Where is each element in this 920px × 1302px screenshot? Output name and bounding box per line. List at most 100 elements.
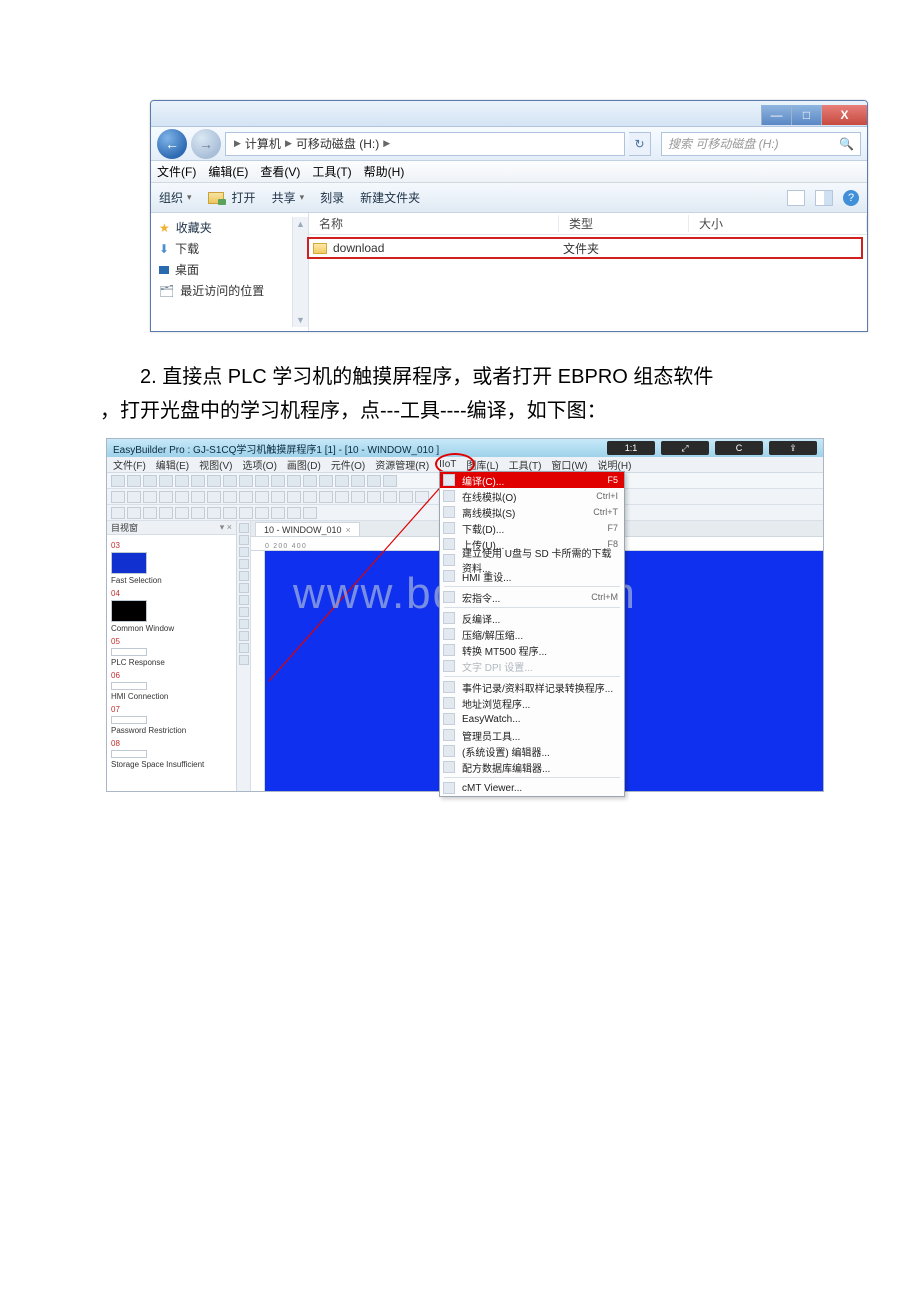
menu-edit[interactable]: 编辑(E) [208, 163, 248, 180]
eb-menu-draw[interactable]: 画图(D) [287, 457, 321, 472]
column-type[interactable]: 类型 [559, 215, 689, 232]
toolbar-icon[interactable] [239, 475, 253, 487]
toolbar-icon[interactable] [271, 507, 285, 519]
toolbar-icon[interactable] [111, 491, 125, 503]
search-input[interactable]: 搜索 可移动磁盘 (H:) 🔍 [661, 132, 861, 156]
close-button[interactable]: X [821, 105, 867, 125]
eb-share-button[interactable]: ⇪ [769, 441, 817, 455]
menu-item[interactable]: (系统设置) 编辑器... [440, 743, 624, 759]
eb-window-list[interactable]: 03Fast Selection04Common Window05PLC Res… [107, 535, 236, 791]
menu-item[interactable]: 在线模拟(O)Ctrl+I [440, 488, 624, 504]
eb-menu-iiot[interactable]: IIoT [439, 459, 456, 470]
tab-close-icon[interactable]: × [346, 525, 351, 535]
help-button[interactable]: ? [843, 190, 859, 206]
toolbar-icon[interactable] [143, 491, 157, 503]
menu-item[interactable]: cMT Viewer... [440, 780, 624, 796]
toolbar-icon[interactable] [383, 475, 397, 487]
toolbar-icon[interactable] [255, 507, 269, 519]
toolbar-icon[interactable] [303, 475, 317, 487]
eb-menu-edit[interactable]: 编辑(E) [156, 457, 189, 472]
sidebar-recent[interactable]: 🗂最近访问的位置 [151, 280, 292, 301]
window-thumbnail[interactable] [111, 648, 147, 656]
eb-zoom-1to1-button[interactable]: 1:1 [607, 441, 655, 455]
toolbar-icon[interactable] [207, 491, 221, 503]
breadcrumb-segment[interactable]: 可移动磁盘 (H:) [296, 135, 379, 152]
toolbar-icon[interactable] [351, 491, 365, 503]
toolbar-icon[interactable] [239, 655, 249, 665]
eb-tab-active[interactable]: 10 - WINDOW_010× [255, 522, 360, 536]
window-thumbnail[interactable] [111, 750, 147, 758]
menu-item[interactable]: 地址浏览程序... [440, 695, 624, 711]
toolbar-icon[interactable] [111, 507, 125, 519]
toolbar-icon[interactable] [127, 491, 141, 503]
toolbar-share[interactable]: 共享 [272, 189, 305, 206]
menu-item[interactable]: 事件记录/资料取样记录转换程序... [440, 679, 624, 695]
toolbar-icon[interactable] [239, 595, 249, 605]
eb-menu-object[interactable]: 元件(O) [331, 457, 365, 472]
breadcrumb-segment[interactable]: 计算机 [245, 135, 281, 152]
menu-item[interactable]: 建立使用 U盘与 SD 卡所需的下载资料... [440, 552, 624, 568]
column-name[interactable]: 名称 [309, 215, 559, 232]
toolbar-icon[interactable] [351, 475, 365, 487]
toolbar-icon[interactable] [239, 607, 249, 617]
eb-menu-help[interactable]: 说明(H) [598, 457, 632, 472]
toolbar-icon[interactable] [239, 619, 249, 629]
menu-item[interactable]: 管理员工具... [440, 727, 624, 743]
eb-fullscreen-button[interactable]: ⤢ [661, 441, 709, 455]
preview-pane-button[interactable] [815, 190, 833, 206]
column-size[interactable]: 大小 [689, 215, 867, 232]
eb-menu-file[interactable]: 文件(F) [113, 457, 146, 472]
minimize-button[interactable]: — [761, 105, 791, 125]
menu-item[interactable]: HMI 重设... [440, 568, 624, 584]
toolbar-icon[interactable] [143, 475, 157, 487]
toolbar-icon[interactable] [271, 475, 285, 487]
toolbar-icon[interactable] [239, 507, 253, 519]
file-row-download[interactable]: download 文件夹 [307, 237, 863, 259]
toolbar-icon[interactable] [271, 491, 285, 503]
toolbar-icon[interactable] [191, 507, 205, 519]
window-thumbnail[interactable] [111, 600, 147, 622]
sidebar-downloads[interactable]: ⬇下载 [151, 238, 292, 259]
toolbar-icon[interactable] [159, 491, 173, 503]
toolbar-icon[interactable] [367, 475, 381, 487]
panel-close-icon[interactable]: ▾ × [220, 522, 232, 533]
toolbar-burn[interactable]: 刻录 [320, 189, 344, 206]
toolbar-icon[interactable] [239, 547, 249, 557]
toolbar-icon[interactable] [367, 491, 381, 503]
sidebar-desktop[interactable]: 桌面 [151, 259, 292, 280]
eb-menu-library[interactable]: 图库(L) [466, 457, 498, 472]
toolbar-icon[interactable] [287, 507, 301, 519]
toolbar-icon[interactable] [239, 559, 249, 569]
menu-item[interactable]: 反编译... [440, 610, 624, 626]
eb-refresh-button[interactable]: C [715, 441, 763, 455]
menu-item[interactable]: 下载(D)...F7 [440, 520, 624, 536]
toolbar-icon[interactable] [303, 491, 317, 503]
toolbar-icon[interactable] [319, 475, 333, 487]
toolbar-icon[interactable] [255, 491, 269, 503]
toolbar-icon[interactable] [287, 475, 301, 487]
eb-menu-resource[interactable]: 资源管理(R) [375, 457, 429, 472]
menu-item[interactable]: 配方数据库编辑器... [440, 759, 624, 775]
toolbar-icon[interactable] [223, 475, 237, 487]
toolbar-newfolder[interactable]: 新建文件夹 [360, 189, 420, 206]
eb-menu-tools[interactable]: 工具(T) [509, 457, 542, 472]
menu-help[interactable]: 帮助(H) [364, 163, 405, 180]
eb-menu-view[interactable]: 视图(V) [199, 457, 232, 472]
toolbar-icon[interactable] [239, 535, 249, 545]
toolbar-icon[interactable] [143, 507, 157, 519]
toolbar-icon[interactable] [223, 507, 237, 519]
window-thumbnail[interactable] [111, 682, 147, 690]
menu-item[interactable]: 离线模拟(S)Ctrl+T [440, 504, 624, 520]
sidebar-scrollbar[interactable]: ▲ ▼ [292, 217, 308, 327]
view-mode-button[interactable] [787, 190, 805, 206]
toolbar-icon[interactable] [319, 491, 333, 503]
eb-menu-option[interactable]: 选项(O) [242, 457, 276, 472]
menu-item[interactable]: 压缩/解压缩... [440, 626, 624, 642]
toolbar-icon[interactable] [335, 491, 349, 503]
menu-item[interactable]: EasyWatch... [440, 711, 624, 727]
toolbar-icon[interactable] [239, 523, 249, 533]
toolbar-icon[interactable] [255, 475, 269, 487]
menu-tools[interactable]: 工具(T) [312, 163, 351, 180]
toolbar-icon[interactable] [207, 475, 221, 487]
toolbar-organize[interactable]: 组织 [159, 189, 192, 206]
